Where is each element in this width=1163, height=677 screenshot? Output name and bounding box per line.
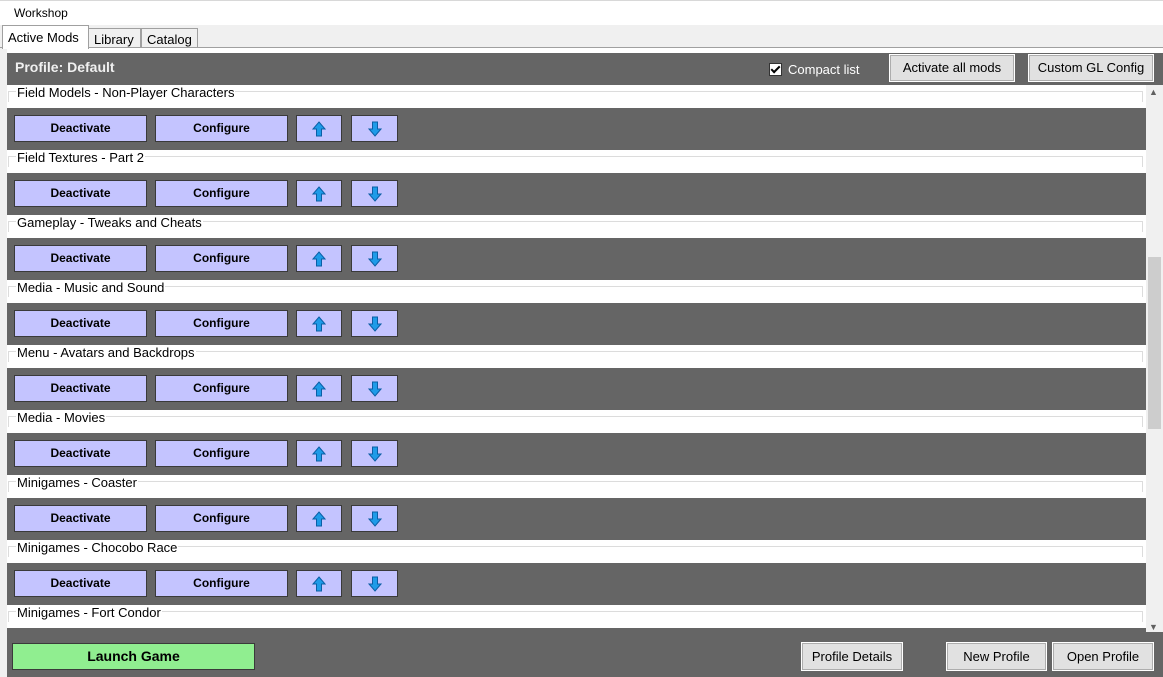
deactivate-button[interactable]: Deactivate <box>14 245 147 272</box>
configure-button[interactable]: Configure <box>155 570 288 597</box>
configure-button[interactable]: Configure <box>155 180 288 207</box>
mod-name: Field Models - Non-Player Characters <box>16 85 236 100</box>
move-down-button[interactable] <box>351 245 398 272</box>
move-up-button[interactable] <box>296 570 342 597</box>
compact-list-label: Compact list <box>788 62 860 77</box>
mod-name: Minigames - Chocobo Race <box>16 540 179 555</box>
mod-name: Gameplay - Tweaks and Cheats <box>16 215 203 230</box>
mod-name: Menu - Avatars and Backdrops <box>16 345 196 360</box>
arrow-down-icon <box>367 251 382 267</box>
configure-button[interactable]: Configure <box>155 310 288 337</box>
move-up-button[interactable] <box>296 310 342 337</box>
mod-name: Field Textures - Part 2 <box>16 150 145 165</box>
arrow-up-icon <box>312 575 326 591</box>
mod-item: Minigames - Coaster Deactivate Configure <box>7 475 1146 540</box>
new-profile-button[interactable]: New Profile <box>946 642 1047 671</box>
deactivate-button[interactable]: Deactivate <box>14 115 147 142</box>
arrow-down-icon <box>367 121 382 137</box>
move-down-button[interactable] <box>351 570 398 597</box>
arrow-up-icon <box>312 510 326 526</box>
arrow-up-icon <box>312 445 326 461</box>
mod-item: Minigames - Fort Condor Deactivate Confi… <box>7 605 1146 634</box>
compact-list-toggle[interactable]: Compact list <box>769 62 860 77</box>
mod-item: Field Textures - Part 2 Deactivate Confi… <box>7 150 1146 215</box>
profile-details-button[interactable]: Profile Details <box>801 642 903 671</box>
deactivate-button[interactable]: Deactivate <box>14 180 147 207</box>
title-bar: Workshop <box>0 0 1163 25</box>
mod-item: Media - Movies Deactivate Configure <box>7 410 1146 475</box>
mod-item: Gameplay - Tweaks and Cheats Deactivate … <box>7 215 1146 280</box>
mod-item: Menu - Avatars and Backdrops Deactivate … <box>7 345 1146 410</box>
mod-item: Minigames - Chocobo Race Deactivate Conf… <box>7 540 1146 605</box>
deactivate-button[interactable]: Deactivate <box>14 310 147 337</box>
arrow-down-icon <box>367 446 382 462</box>
bottom-bar: Launch Game Profile Details New Profile … <box>7 632 1163 677</box>
scroll-down-icon[interactable]: ▼ <box>1149 622 1158 632</box>
move-up-button[interactable] <box>296 245 342 272</box>
arrow-up-icon <box>312 315 326 331</box>
tab-catalog[interactable]: Catalog <box>141 28 198 48</box>
configure-button[interactable]: Configure <box>155 115 288 142</box>
launch-game-button[interactable]: Launch Game <box>12 643 255 670</box>
tab-strip: Active Mods Library Catalog <box>0 25 1163 49</box>
mod-list-scrollbar[interactable]: ▲ ▼ <box>1146 85 1163 634</box>
profile-bar: Profile: Default Compact list Activate a… <box>7 53 1163 85</box>
move-down-button[interactable] <box>351 310 398 337</box>
move-up-button[interactable] <box>296 440 342 467</box>
deactivate-button[interactable]: Deactivate <box>14 505 147 532</box>
deactivate-button[interactable]: Deactivate <box>14 570 147 597</box>
mod-name: Minigames - Coaster <box>16 475 138 490</box>
configure-button[interactable]: Configure <box>155 505 288 532</box>
mod-name: Media - Music and Sound <box>16 280 166 295</box>
scrollbar-thumb[interactable] <box>1148 257 1161 429</box>
move-up-button[interactable] <box>296 180 342 207</box>
move-up-button[interactable] <box>296 505 342 532</box>
tab-active-mods[interactable]: Active Mods <box>2 25 89 49</box>
arrow-up-icon <box>312 250 326 266</box>
mod-name: Minigames - Fort Condor <box>16 605 162 620</box>
open-profile-button[interactable]: Open Profile <box>1052 642 1154 671</box>
arrow-down-icon <box>367 381 382 397</box>
mod-item: Media - Music and Sound Deactivate Confi… <box>7 280 1146 345</box>
move-down-button[interactable] <box>351 375 398 402</box>
mod-item: Field Models - Non-Player Characters Dea… <box>7 85 1146 150</box>
configure-button[interactable]: Configure <box>155 245 288 272</box>
arrow-down-icon <box>367 186 382 202</box>
move-down-button[interactable] <box>351 180 398 207</box>
deactivate-button[interactable]: Deactivate <box>14 440 147 467</box>
configure-button[interactable]: Configure <box>155 440 288 467</box>
move-up-button[interactable] <box>296 375 342 402</box>
scroll-up-icon[interactable]: ▲ <box>1149 87 1158 97</box>
mod-name: Media - Movies <box>16 410 107 425</box>
arrow-up-icon <box>312 380 326 396</box>
profile-label: Profile: Default <box>15 59 115 75</box>
move-up-button[interactable] <box>296 115 342 142</box>
mod-list: Field Models - Non-Player Characters Dea… <box>7 85 1146 634</box>
arrow-up-icon <box>312 120 326 136</box>
active-mods-panel: Profile: Default Compact list Activate a… <box>7 48 1163 677</box>
activate-all-mods-button[interactable]: Activate all mods <box>889 54 1015 82</box>
move-down-button[interactable] <box>351 115 398 142</box>
arrow-down-icon <box>367 316 382 332</box>
move-down-button[interactable] <box>351 505 398 532</box>
tab-library[interactable]: Library <box>88 28 141 48</box>
move-down-button[interactable] <box>351 440 398 467</box>
custom-gl-config-button[interactable]: Custom GL Config <box>1028 54 1154 82</box>
arrow-down-icon <box>367 511 382 527</box>
configure-button[interactable]: Configure <box>155 375 288 402</box>
arrow-up-icon <box>312 185 326 201</box>
compact-list-checkbox[interactable] <box>769 63 782 76</box>
window-title: Workshop <box>14 6 68 20</box>
arrow-down-icon <box>367 576 382 592</box>
deactivate-button[interactable]: Deactivate <box>14 375 147 402</box>
